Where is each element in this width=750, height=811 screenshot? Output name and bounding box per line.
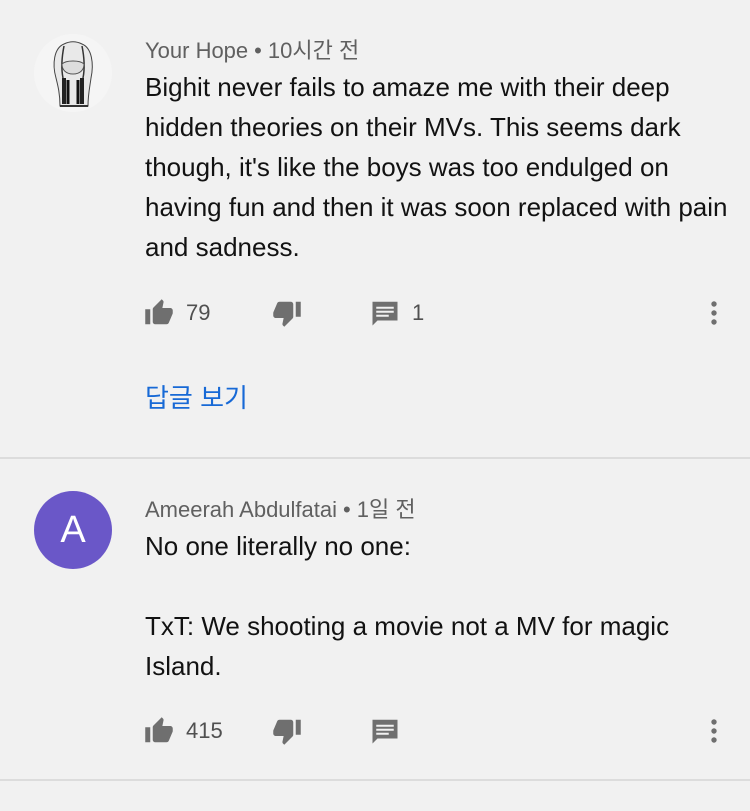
reply-button[interactable]: 1: [370, 293, 424, 333]
dislike-button[interactable]: [272, 293, 302, 333]
thumb-down-icon: [273, 301, 301, 327]
meta-separator: •: [254, 38, 262, 63]
thumb-up-icon: [145, 299, 173, 325]
comment-text: No one literally no one: TxT: We shootin…: [145, 531, 670, 681]
more-vert-icon: [711, 719, 717, 743]
author-name[interactable]: Ameerah Abdulfatai: [145, 497, 337, 522]
thumb-down-icon: [273, 719, 301, 745]
thumb-up-icon: [145, 717, 173, 743]
like-button[interactable]: 415: [144, 711, 223, 751]
reply-button[interactable]: [370, 711, 400, 751]
reply-icon: [372, 301, 398, 326]
avatar-letter: A: [60, 508, 86, 551]
avatar-sketch-image: [34, 34, 112, 112]
more-options-button[interactable]: [705, 293, 723, 333]
comment-actions: 415: [0, 711, 750, 751]
view-replies-link[interactable]: 답글 보기: [145, 378, 248, 415]
like-count: 415: [186, 718, 223, 743]
comment-text: Bighit never fails to amaze me with thei…: [145, 72, 735, 262]
dislike-button[interactable]: [272, 711, 302, 751]
avatar[interactable]: [34, 34, 112, 112]
comment-time: 10시간 전: [267, 38, 360, 63]
comment-item: A Ameerah Abdulfatai • 1일 전 No one literal…: [0, 459, 750, 781]
comment-time: 1일 전: [356, 497, 416, 522]
like-button[interactable]: 79: [144, 293, 210, 333]
reply-icon: [372, 719, 398, 744]
avatar[interactable]: A: [34, 491, 112, 569]
more-vert-icon: [711, 301, 717, 325]
meta-separator: •: [343, 497, 351, 522]
author-name[interactable]: Your Hope: [145, 38, 248, 63]
comment-actions: 79 1: [0, 293, 750, 333]
comment-meta: Your Hope • 10시간 전: [145, 33, 359, 65]
like-count: 79: [186, 300, 211, 325]
comment-meta: Ameerah Abdulfatai • 1일 전: [145, 492, 416, 524]
more-options-button[interactable]: [705, 711, 723, 751]
comment-item: Your Hope • 10시간 전 Bighit never fails to a…: [0, 0, 750, 459]
reply-count: 1: [412, 300, 425, 325]
